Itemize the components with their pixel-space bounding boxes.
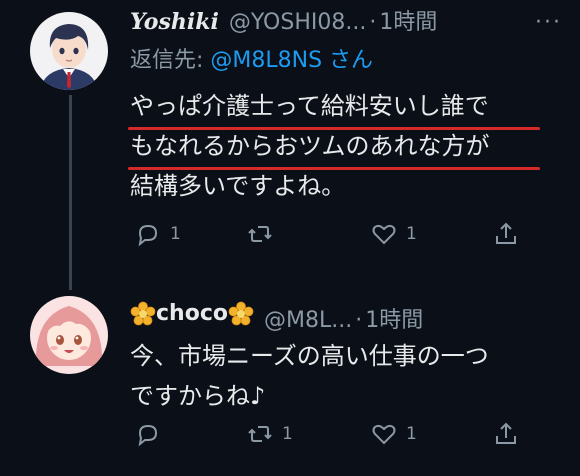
- timestamp[interactable]: 1時間: [379, 5, 437, 41]
- display-name[interactable]: choco: [130, 296, 254, 332]
- share-button[interactable]: [492, 220, 520, 248]
- tweet-text-line: 今、市場ニーズの高い仕事の一つ: [130, 342, 489, 370]
- reply-button[interactable]: [134, 420, 170, 448]
- timestamp[interactable]: 1時間: [365, 303, 423, 339]
- handle[interactable]: @YOSHI08...: [229, 5, 367, 41]
- share-icon: [496, 422, 516, 444]
- reply-to: 返信先: @M8L8NS さん: [130, 40, 580, 82]
- like-button[interactable]: 1: [370, 220, 417, 248]
- retweet-icon: [248, 226, 272, 242]
- tweet-header: Yoshiki @YOSHI08... · 1時間: [130, 4, 580, 40]
- reply-button[interactable]: 1: [134, 220, 181, 248]
- reply-count: 1: [170, 224, 181, 244]
- separator: ·: [355, 308, 363, 333]
- like-icon: [372, 224, 396, 245]
- red-underline: [128, 127, 540, 130]
- avatar[interactable]: [30, 296, 108, 374]
- red-underline: [128, 167, 540, 170]
- tweet-text-line: ですからね♪: [130, 382, 266, 410]
- reply-prefix: 返信先:: [130, 48, 211, 73]
- like-count: 1: [406, 224, 417, 244]
- reply-icon: [138, 424, 158, 447]
- like-icon: [372, 424, 396, 445]
- like-count: 1: [406, 424, 417, 444]
- handle[interactable]: @M8L...: [264, 303, 352, 339]
- share-button[interactable]: [492, 420, 520, 448]
- retweet-count: 1: [282, 424, 293, 444]
- tweet-choco[interactable]: choco @M8L... · 1時間 今、市場ニーズの高い仕事の一つ ですから…: [0, 290, 580, 476]
- tweet-yoshiki[interactable]: Yoshiki @YOSHI08... · 1時間 返信先: @M8L8NS さ…: [0, 0, 580, 290]
- flower-icon: [130, 301, 156, 326]
- tweet-text-line: やっぱ介護士って給料安いし誰で: [130, 92, 489, 120]
- tweet-text: やっぱ介護士って給料安いし誰で もなれるからおツムのあれな方が 結構多いですよね…: [130, 86, 580, 206]
- display-name[interactable]: Yoshiki: [130, 4, 219, 40]
- tweet-header: choco @M8L... · 1時間: [130, 296, 580, 333]
- tweet-text-line: 結構多いですよね。: [130, 172, 346, 200]
- avatar-illustration: [30, 12, 108, 90]
- tweet-text-line: もなれるからおツムのあれな方が: [130, 132, 490, 160]
- reply-mention-link[interactable]: @M8L8NS: [210, 48, 322, 73]
- like-button[interactable]: 1: [370, 420, 417, 448]
- reply-suffix: さん: [322, 48, 374, 73]
- tweet-text: 今、市場ニーズの高い仕事の一つ ですからね♪: [130, 336, 580, 416]
- display-name-text: choco: [156, 301, 228, 326]
- more-options-button[interactable]: ···: [535, 10, 562, 35]
- share-icon: [496, 222, 516, 244]
- flower-icon: [228, 301, 254, 326]
- avatar-illustration: [30, 296, 108, 374]
- retweet-button[interactable]: 1: [246, 420, 293, 448]
- separator: ·: [369, 10, 377, 35]
- action-bar: 1 1: [130, 216, 530, 252]
- avatar[interactable]: [30, 12, 108, 90]
- retweet-button[interactable]: [246, 220, 282, 248]
- retweet-icon: [248, 426, 272, 442]
- action-bar: 1 1: [130, 416, 530, 452]
- reply-icon: [138, 224, 158, 247]
